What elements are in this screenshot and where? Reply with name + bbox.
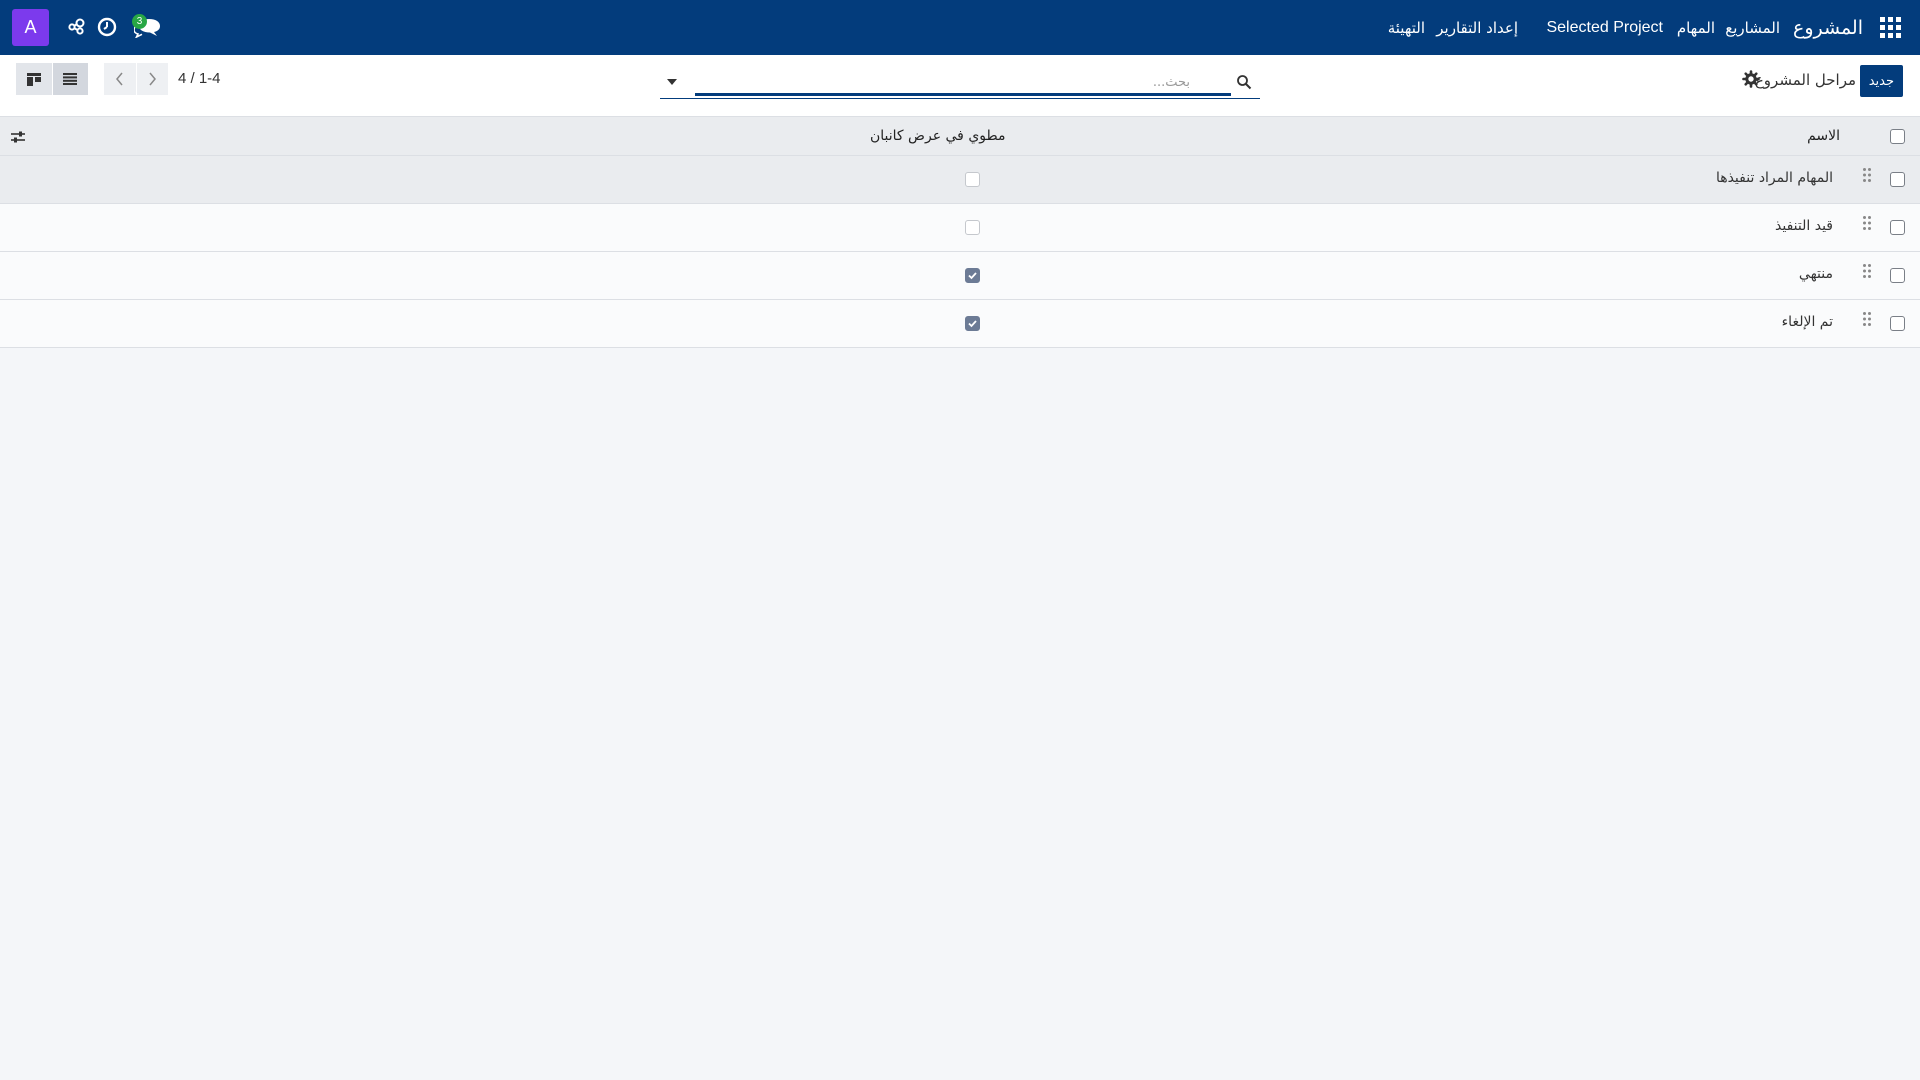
row-select-checkbox[interactable] <box>1890 220 1905 235</box>
table-row[interactable]: تم الإلغاء <box>0 300 1920 348</box>
control-panel: جديد مراحل المشروع بحث... 4 / 1-4 <box>0 55 1920 117</box>
pager-value[interactable]: 4 / 1-4 <box>178 70 221 87</box>
activity-icon[interactable] <box>65 16 87 38</box>
apps-menu-icon[interactable] <box>1870 0 1910 55</box>
pager-buttons <box>104 63 168 95</box>
menu-configuration[interactable]: التهيئة <box>1388 0 1425 55</box>
drag-handle-icon[interactable] <box>1862 167 1872 185</box>
sliders-icon[interactable] <box>10 129 26 145</box>
folded-checkbox <box>965 172 980 187</box>
menu-tasks[interactable]: المهام <box>1677 0 1715 55</box>
drag-handle-icon[interactable] <box>1862 263 1872 281</box>
column-header-name[interactable]: الاسم <box>1807 128 1840 144</box>
table-row[interactable]: قيد التنفيذ <box>0 204 1920 252</box>
search-icon[interactable] <box>1236 74 1252 90</box>
stage-name[interactable]: المهام المراد تنفيذها <box>1716 170 1833 186</box>
menu-selected-project[interactable]: Selected Project <box>1546 0 1663 55</box>
top-navbar: المشروع المشاريع المهام Selected Project… <box>0 0 1920 55</box>
user-avatar[interactable]: A <box>12 9 49 46</box>
kanban-view-button[interactable] <box>16 63 52 95</box>
folded-checkbox <box>965 220 980 235</box>
drag-handle-icon[interactable] <box>1862 311 1872 329</box>
select-all-checkbox[interactable] <box>1890 129 1905 144</box>
folded-checkbox <box>965 268 980 283</box>
stage-name[interactable]: تم الإلغاء <box>1782 314 1833 330</box>
search-focus-underline <box>695 93 1231 96</box>
table-row[interactable]: المهام المراد تنفيذها <box>0 156 1920 204</box>
row-select-checkbox[interactable] <box>1890 268 1905 283</box>
chevron-left-icon <box>115 72 123 86</box>
table-row[interactable]: منتهي <box>0 252 1920 300</box>
view-switcher <box>16 63 88 95</box>
messages-count-badge: 3 <box>132 14 147 29</box>
table-header: الاسم مطوي في عرض كانبان <box>0 117 1920 156</box>
gear-icon[interactable] <box>1742 70 1760 88</box>
list-view-button[interactable] <box>52 63 88 95</box>
app-brand[interactable]: المشروع <box>1793 0 1863 55</box>
page-title: مراحل المشروع <box>1754 71 1856 89</box>
pager-previous-button[interactable] <box>104 63 136 95</box>
search-bar <box>660 69 1260 99</box>
folded-checkbox <box>965 316 980 331</box>
column-header-fold[interactable]: مطوي في عرض كانبان <box>870 128 1006 144</box>
kanban-icon <box>26 72 41 86</box>
row-select-checkbox[interactable] <box>1890 172 1905 187</box>
chevron-right-icon <box>149 72 157 86</box>
new-button[interactable]: جديد <box>1859 65 1903 97</box>
caret-down-icon[interactable] <box>666 78 678 86</box>
menu-projects[interactable]: المشاريع <box>1725 0 1780 55</box>
drag-handle-icon[interactable] <box>1862 215 1872 233</box>
stage-name[interactable]: منتهي <box>1799 266 1833 282</box>
row-select-checkbox[interactable] <box>1890 316 1905 331</box>
stages-list: الاسم مطوي في عرض كانبان المهام المراد ت… <box>0 117 1920 348</box>
clock-icon[interactable] <box>96 16 118 38</box>
stage-name[interactable]: قيد التنفيذ <box>1775 218 1833 234</box>
search-input[interactable] <box>695 71 1190 93</box>
menu-reporting[interactable]: إعداد التقارير <box>1436 0 1518 55</box>
list-icon <box>63 73 78 85</box>
pager-next-button[interactable] <box>136 63 168 95</box>
